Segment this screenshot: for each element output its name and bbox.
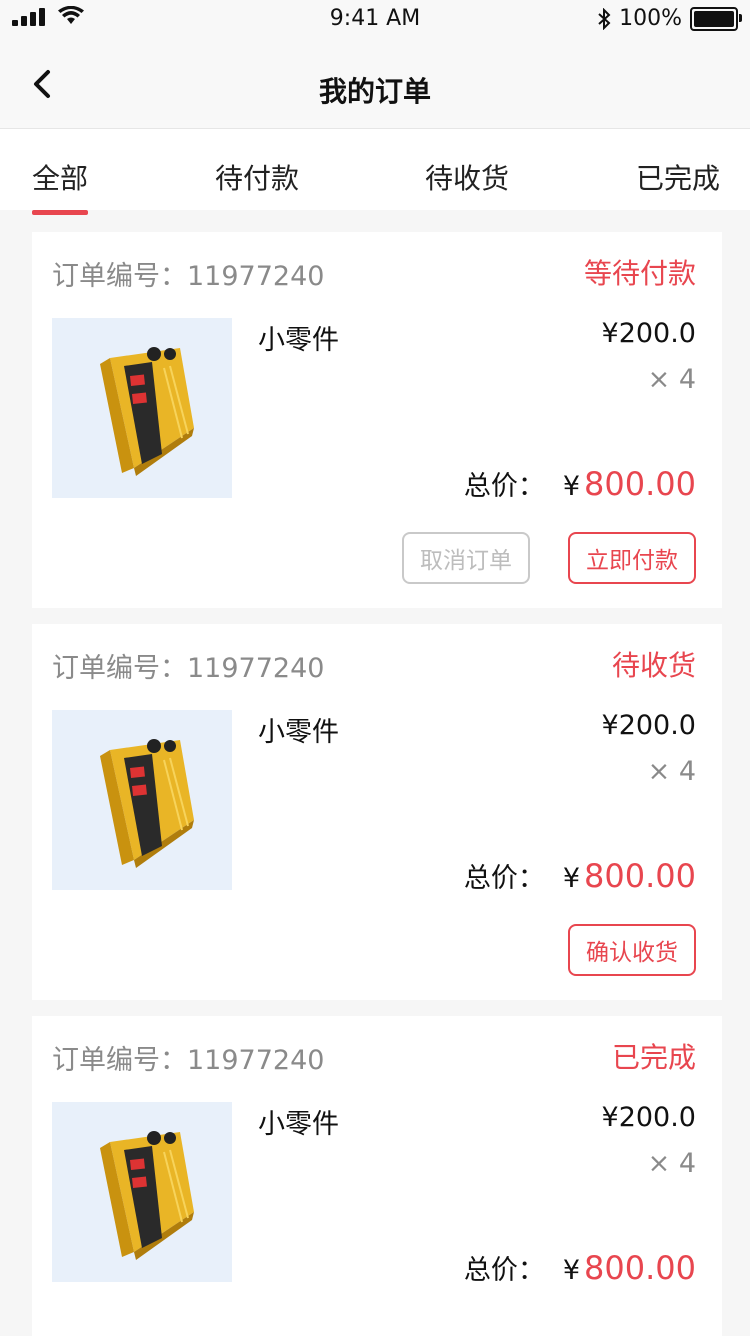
order-status: 待收货 [611, 649, 696, 682]
voltage-regulator-product-image [100, 1131, 194, 1260]
product-name: 小零件 [258, 325, 339, 356]
product-quantity: × 4 [647, 1148, 696, 1179]
order-actions: 确认收货 [568, 924, 696, 976]
order-card: 订单编号：11977240 已完成 小零件 ¥200.0 × 4 总价： ¥ 8… [32, 1016, 722, 1336]
total-currency: ¥ [562, 471, 581, 502]
total-label: 总价： [463, 863, 545, 894]
tab-pending-payment[interactable]: 待付款 [215, 157, 299, 197]
product-quantity: × 4 [647, 364, 696, 395]
product-image[interactable] [52, 1102, 232, 1282]
product-price: ¥200.0 [601, 710, 696, 741]
confirm-receipt-button[interactable]: 确认收货 [568, 924, 696, 976]
order-status: 等待付款 [583, 257, 696, 290]
total-row: 总价： ¥ 800.00 [464, 464, 696, 503]
pay-now-button[interactable]: 立即付款 [568, 532, 696, 584]
order-id-row: 订单编号：11977240 [52, 646, 324, 685]
order-id: 11977240 [187, 261, 325, 292]
voltage-regulator-product-image [100, 347, 194, 476]
voltage-regulator-product-image [100, 739, 194, 868]
product-image[interactable] [52, 318, 232, 498]
bluetooth-icon [598, 7, 611, 30]
order-actions: 取消订单 立即付款 [402, 532, 696, 584]
page-title: 我的订单 [318, 75, 431, 108]
product-name: 小零件 [258, 717, 339, 748]
battery-icon [690, 6, 742, 31]
battery-percent: 100% [619, 6, 682, 31]
order-card: 订单编号：11977240 待收货 小零件 ¥200.0 × 4 总价： ¥ 8… [32, 624, 722, 1000]
tab-pending-receipt[interactable]: 待收货 [425, 157, 509, 197]
total-currency: ¥ [562, 863, 581, 894]
order-id-label: 订单编号： [52, 261, 187, 292]
order-id-row: 订单编号：11977240 [52, 1038, 324, 1077]
order-id: 11977240 [187, 1045, 325, 1076]
order-id-row: 订单编号：11977240 [52, 254, 324, 293]
cancel-order-button[interactable]: 取消订单 [402, 532, 530, 584]
status-bar: 9:41 AM 100% [0, 0, 750, 40]
nav-bar: 我的订单 [0, 40, 750, 129]
order-id-label: 订单编号： [52, 1045, 187, 1076]
product-name: 小零件 [258, 1109, 339, 1140]
total-row: 总价： ¥ 800.00 [464, 856, 696, 895]
order-status: 已完成 [611, 1041, 696, 1074]
tab-completed[interactable]: 已完成 [636, 157, 720, 197]
total-amount: 800.00 [584, 1249, 696, 1287]
product-price: ¥200.0 [601, 318, 696, 349]
total-row: 总价： ¥ 800.00 [464, 1248, 696, 1287]
total-label: 总价： [463, 471, 545, 502]
product-quantity: × 4 [647, 756, 696, 787]
status-right: 100% [597, 6, 742, 31]
total-label: 总价： [463, 1255, 545, 1286]
order-list: 订单编号：11977240 等待付款 小零件 ¥200.0 × 4 总价： ¥ … [32, 232, 722, 1336]
order-id-label: 订单编号： [52, 653, 187, 684]
order-tabs: 全部 待付款 待收货 已完成 [0, 129, 750, 215]
product-image[interactable] [52, 710, 232, 890]
total-currency: ¥ [562, 1255, 581, 1286]
order-card: 订单编号：11977240 等待付款 小零件 ¥200.0 × 4 总价： ¥ … [32, 232, 722, 608]
tab-all[interactable]: 全部 [32, 157, 89, 215]
order-id: 11977240 [187, 653, 325, 684]
total-amount: 800.00 [584, 857, 696, 895]
total-amount: 800.00 [584, 465, 696, 503]
product-price: ¥200.0 [601, 1102, 696, 1133]
